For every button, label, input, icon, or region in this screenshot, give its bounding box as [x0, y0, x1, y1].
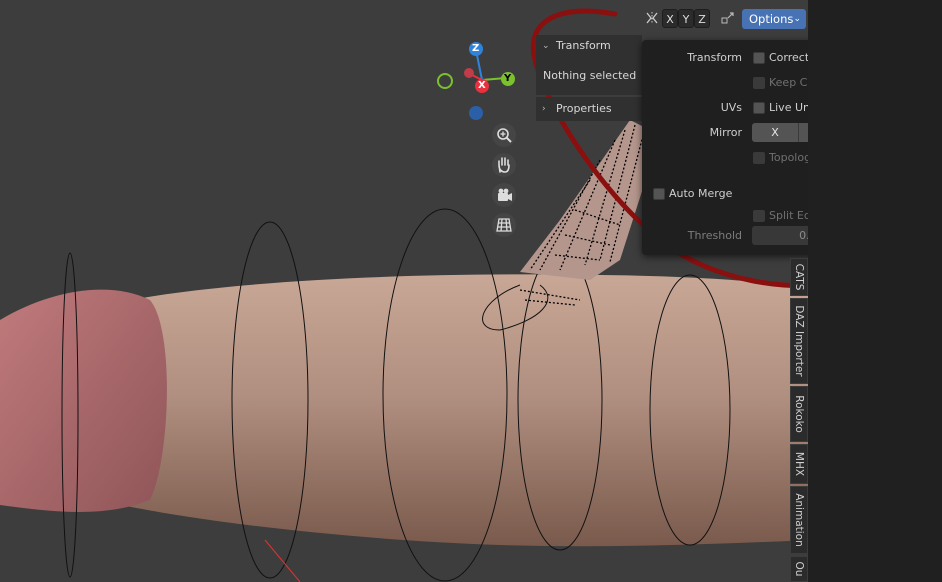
hand-icon [498, 157, 510, 173]
pan-button[interactable] [492, 153, 516, 177]
keep-connected-checkbox[interactable] [753, 77, 765, 89]
auto-merge-checkbox[interactable] [653, 188, 665, 200]
tab-daz-importer[interactable]: DAZ Importer [790, 298, 808, 384]
nothing-selected-text: Nothing selected [543, 69, 637, 82]
gizmo-y-label: Y [504, 73, 512, 84]
mirror-label: Mirror [709, 126, 742, 139]
properties-panel-title: Properties [556, 102, 612, 115]
gizmo-x-label: X [478, 80, 486, 91]
snap-button[interactable] [718, 9, 738, 28]
header-axis-y[interactable]: Y [678, 9, 694, 28]
tab-animation-label: Animation [793, 493, 805, 547]
tab-cats-label: CATS [793, 263, 805, 291]
transform-panel-header[interactable]: ⌄ Transform [536, 35, 642, 57]
tab-animation[interactable]: Animation [790, 486, 808, 554]
transform-panel: ⌄ Transform Nothing selected [536, 35, 642, 95]
camera-icon [498, 188, 512, 201]
tab-mhx-label: MHX [793, 451, 805, 477]
live-unwrap-checkbox[interactable] [753, 102, 765, 114]
zoom-icon [497, 128, 512, 143]
zoom-button[interactable] [492, 123, 516, 147]
tab-daz-importer-label: DAZ Importer [793, 305, 805, 377]
axis-line [264, 539, 301, 582]
chevron-right-icon: › [542, 104, 546, 114]
camera-button[interactable] [492, 183, 516, 207]
tab-cats[interactable]: CATS [790, 258, 808, 296]
mirror-toggle-button[interactable] [643, 9, 661, 28]
chevron-down-icon: ⌄ [793, 14, 801, 24]
tab-rokoko[interactable]: Rokoko [790, 386, 808, 442]
topology-mirror-checkbox[interactable] [753, 152, 765, 164]
chevron-down-icon: ⌄ [542, 41, 550, 51]
header-axis-z[interactable]: Z [694, 9, 710, 28]
header-axis-x[interactable]: X [662, 9, 678, 28]
3d-viewport[interactable]: Z Y X X Y Z Options ⌄ ⌄ Transform Nothin… [0, 0, 942, 582]
split-edges-faces-checkbox[interactable] [753, 210, 765, 222]
properties-panel-header[interactable]: › Properties [536, 98, 642, 120]
perspective-button[interactable] [492, 213, 516, 237]
tab-rokoko-label: Rokoko [793, 395, 805, 433]
tab-outline[interactable]: Ou [790, 556, 808, 582]
correct-face-attributes-checkbox[interactable] [753, 52, 765, 64]
threshold-label: Threshold [687, 229, 742, 242]
tab-mhx[interactable]: MHX [790, 444, 808, 484]
auto-merge-label: Auto Merge [669, 187, 733, 200]
mesh-body [100, 274, 810, 547]
mesh-tip [0, 289, 167, 512]
mirror-icon [646, 12, 658, 24]
uvs-label: UVs [720, 101, 742, 114]
properties-panel: › Properties [536, 97, 642, 121]
gizmo-z-label: Z [472, 43, 480, 54]
grid-icon [496, 218, 512, 232]
options-label: Options [749, 12, 794, 26]
snap-icon [721, 12, 734, 24]
transform-label: Transform [687, 51, 742, 64]
options-dropdown-button[interactable]: Options ⌄ [742, 9, 806, 29]
transform-panel-title: Transform [556, 39, 611, 52]
right-gutter [808, 0, 942, 582]
mirror-x-toggle[interactable]: X [752, 123, 799, 142]
tab-outline-label: Ou [793, 561, 805, 577]
